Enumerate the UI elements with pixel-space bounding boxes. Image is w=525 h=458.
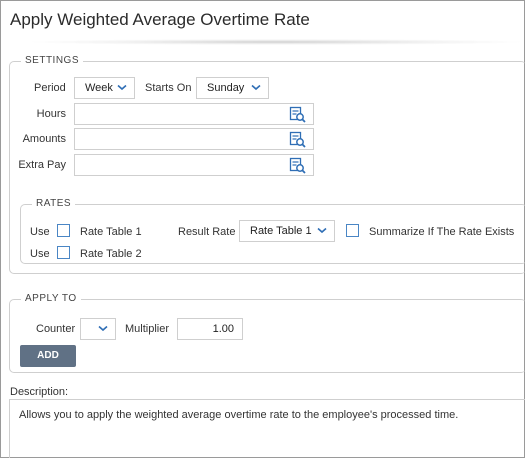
result-rate-label: Result Rate bbox=[178, 226, 236, 238]
page-title: Apply Weighted Average Overtime Rate bbox=[10, 10, 310, 29]
description-text: Allows you to apply the weighted average… bbox=[19, 409, 459, 421]
description-label: Description: bbox=[10, 386, 69, 398]
rate-table-1-label: Rate Table 1 bbox=[80, 226, 142, 238]
use-label-1: Use bbox=[30, 226, 50, 238]
apply-to-legend: APPLY TO bbox=[21, 293, 81, 304]
result-rate-value: Rate Table 1 bbox=[250, 225, 312, 237]
rates-group: RATES Use Rate Table 1 Use Rate Table 2 … bbox=[20, 198, 525, 264]
result-rate-select[interactable]: Rate Table 1 bbox=[239, 220, 335, 242]
extra-pay-field[interactable] bbox=[74, 154, 314, 176]
period-select[interactable]: Week bbox=[74, 77, 135, 99]
counter-select[interactable] bbox=[80, 318, 116, 340]
description-box: Allows you to apply the weighted average… bbox=[9, 399, 525, 458]
rate-table-2-checkbox[interactable] bbox=[57, 246, 70, 259]
chevron-down-icon bbox=[317, 227, 327, 234]
extra-pay-label: Extra Pay bbox=[18, 159, 66, 171]
chevron-down-icon bbox=[98, 325, 108, 332]
apply-to-group: APPLY TO Counter Multiplier 1.00 ADD bbox=[9, 293, 525, 373]
amounts-label: Amounts bbox=[22, 133, 66, 145]
summarize-checkbox[interactable] bbox=[346, 224, 359, 237]
summarize-label: Summarize If The Rate Exists bbox=[369, 226, 515, 238]
rate-table-2-label: Rate Table 2 bbox=[80, 248, 142, 260]
chevron-down-icon bbox=[251, 84, 261, 91]
starts-on-label: Starts On bbox=[145, 82, 192, 94]
starts-on-value: Sunday bbox=[207, 82, 245, 94]
hours-label: Hours bbox=[36, 108, 66, 120]
amounts-field[interactable] bbox=[74, 128, 314, 150]
rate-table-1-checkbox[interactable] bbox=[57, 224, 70, 237]
period-value: Week bbox=[85, 82, 113, 94]
multiplier-label: Multiplier bbox=[125, 323, 170, 335]
settings-group: SETTINGS Period Week Starts On Sunday Ho… bbox=[9, 55, 525, 274]
settings-legend: SETTINGS bbox=[21, 55, 84, 66]
chevron-down-icon bbox=[117, 84, 127, 91]
title-divider bbox=[31, 39, 521, 45]
multiplier-input[interactable]: 1.00 bbox=[177, 318, 243, 340]
lookup-icon[interactable] bbox=[289, 106, 306, 123]
dialog-frame: Apply Weighted Average Overtime Rate SET… bbox=[0, 0, 525, 458]
use-label-2: Use bbox=[30, 248, 50, 260]
lookup-icon[interactable] bbox=[289, 131, 306, 148]
lookup-icon[interactable] bbox=[289, 157, 306, 174]
counter-label: Counter bbox=[36, 323, 76, 335]
add-button[interactable]: ADD bbox=[20, 345, 76, 367]
hours-field[interactable] bbox=[74, 103, 314, 125]
rates-legend: RATES bbox=[32, 198, 76, 209]
starts-on-select[interactable]: Sunday bbox=[196, 77, 269, 99]
period-label: Period bbox=[34, 82, 66, 94]
